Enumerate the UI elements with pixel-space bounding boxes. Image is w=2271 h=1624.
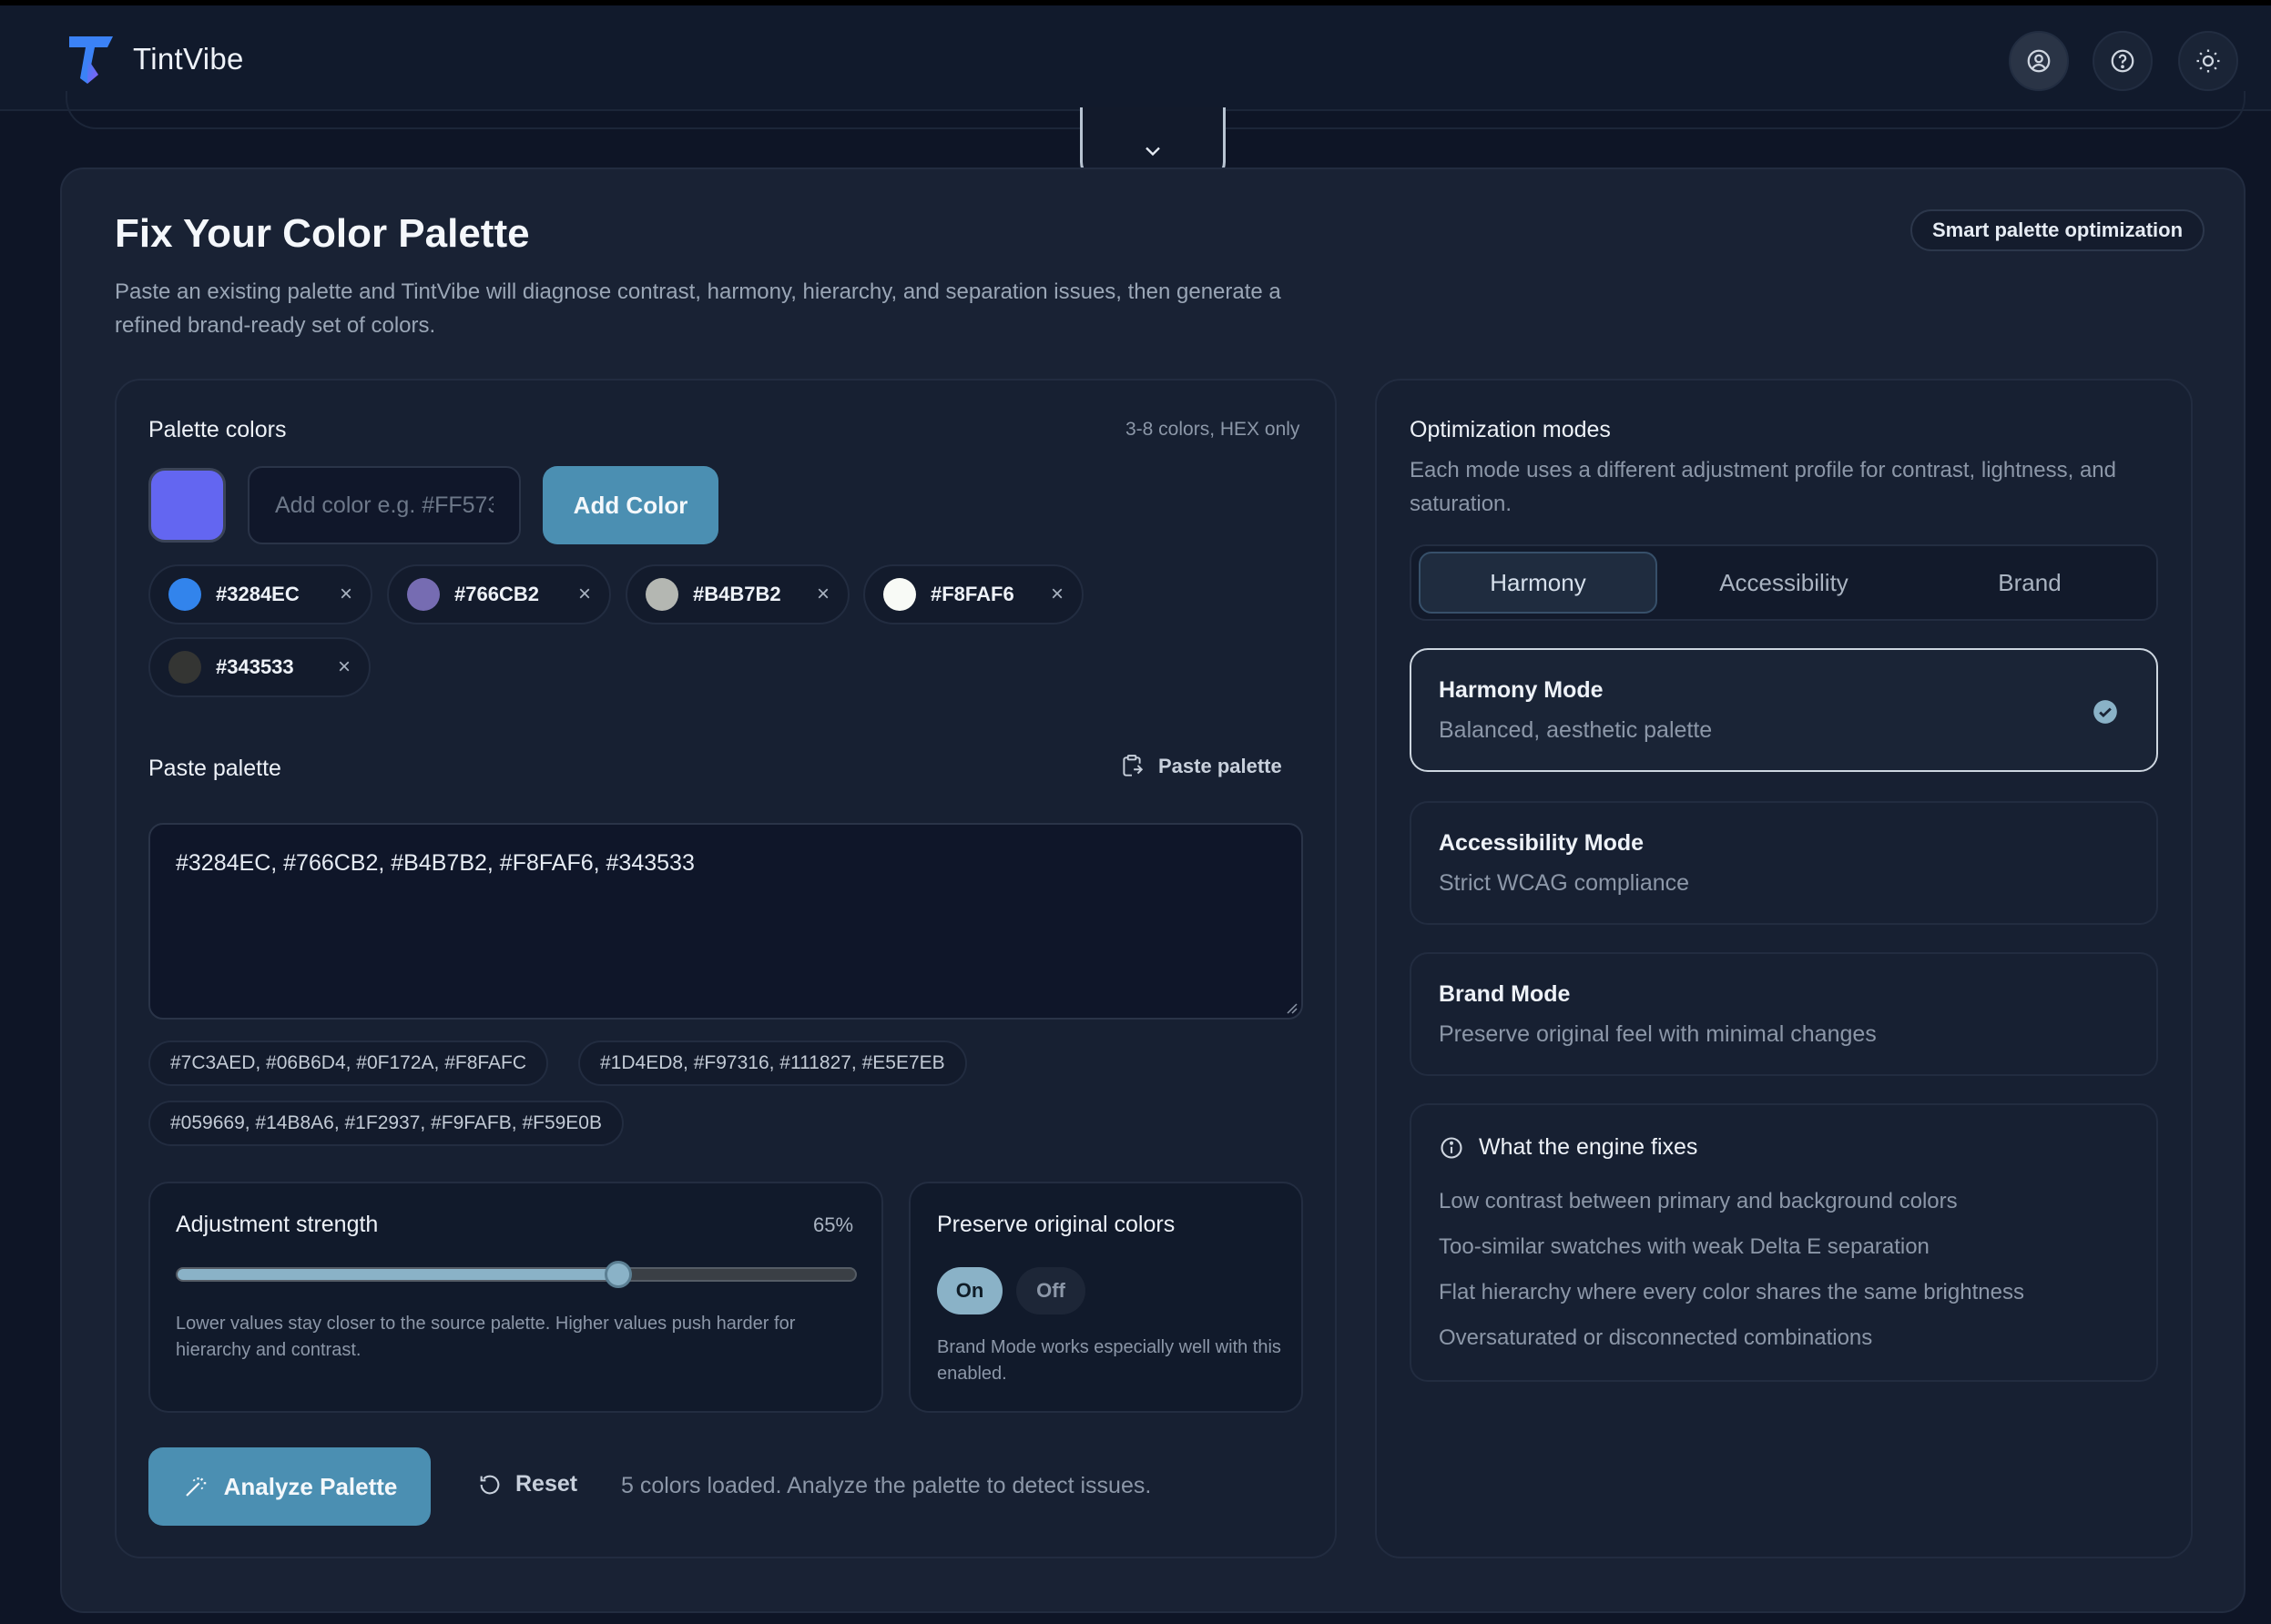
- preset-palette[interactable]: #7C3AED, #06B6D4, #0F172A, #F8FAFC: [148, 1040, 549, 1086]
- remove-color-icon[interactable]: ×: [1051, 582, 1064, 607]
- mode-card-accessibility[interactable]: Accessibility Mode Strict WCAG complianc…: [1410, 801, 2158, 925]
- palette-colors-label: Palette colors: [148, 417, 287, 442]
- mode-card-title: Harmony Mode: [1439, 677, 1604, 703]
- info-icon: [1441, 1136, 1462, 1159]
- tab-harmony[interactable]: Harmony: [1419, 552, 1657, 614]
- check-circle-icon: [2093, 700, 2117, 724]
- adjustment-strength-value: 65%: [813, 1213, 854, 1236]
- remove-color-icon[interactable]: ×: [338, 655, 351, 680]
- preserve-on-toggle[interactable]: On: [937, 1267, 1003, 1314]
- engine-fixes-card: What the engine fixes Low contrast betwe…: [1410, 1103, 2158, 1382]
- palette-colors-hint: 3-8 colors, HEX only: [1125, 419, 1300, 440]
- adjustment-strength-label: Adjustment strength: [176, 1212, 379, 1237]
- color-chip-hex: #B4B7B2: [693, 583, 781, 605]
- slider-thumb[interactable]: [605, 1261, 633, 1288]
- engine-fix-item: Too-similar swatches with weak Delta E s…: [1439, 1234, 1930, 1259]
- magic-wand-icon: [185, 1477, 206, 1497]
- analyze-palette-label: Analyze Palette: [223, 1472, 398, 1500]
- engine-fixes-title: What the engine fixes: [1479, 1134, 1698, 1160]
- mode-card-description: Strict WCAG compliance: [1439, 870, 1690, 896]
- mode-card-description: Balanced, aesthetic palette: [1439, 717, 1713, 743]
- tab-brand[interactable]: Brand: [1910, 552, 2149, 614]
- paste-palette-button[interactable]: Paste palette: [1120, 754, 1282, 779]
- adjustment-strength-slider[interactable]: [176, 1267, 857, 1282]
- chevron-down-icon: [1146, 147, 1160, 156]
- engine-fix-item: Low contrast between primary and backgro…: [1439, 1189, 1958, 1213]
- feature-badge: Smart palette optimization: [1910, 209, 2205, 251]
- color-dot: [646, 578, 678, 611]
- account-icon: [2027, 49, 2051, 73]
- preserve-off-toggle[interactable]: Off: [1016, 1267, 1085, 1314]
- remove-color-icon[interactable]: ×: [578, 582, 591, 607]
- color-dot: [407, 578, 440, 611]
- help-icon: [2111, 49, 2134, 73]
- resize-grip-icon[interactable]: [1285, 1001, 1298, 1014]
- paste-palette-label: Paste palette: [148, 756, 281, 781]
- color-chip-hex: #343533: [216, 655, 294, 678]
- mode-card-harmony[interactable]: Harmony Mode Balanced, aesthetic palette: [1410, 648, 2158, 772]
- slider-fill: [178, 1269, 618, 1280]
- color-chip-hex: #766CB2: [454, 583, 539, 605]
- preset-palette[interactable]: #059669, #14B8A6, #1F2937, #F9FAFB, #F59…: [148, 1101, 624, 1146]
- color-chip-hex: #F8FAF6: [931, 583, 1014, 605]
- reset-label: Reset: [515, 1471, 578, 1497]
- brand-name: TintVibe: [133, 42, 244, 76]
- mode-card-title: Brand Mode: [1439, 981, 1571, 1007]
- mode-card-title: Accessibility Mode: [1439, 830, 1645, 856]
- analyze-palette-button[interactable]: Analyze Palette: [148, 1447, 431, 1526]
- engine-fixes-header: What the engine fixes: [1439, 1134, 1697, 1161]
- color-chip: #343533 ×: [148, 637, 371, 697]
- add-color-button[interactable]: Add Color: [543, 466, 718, 544]
- color-dot: [168, 651, 201, 684]
- add-color-input[interactable]: [248, 466, 521, 544]
- adjustment-strength-help: Lower values stay closer to the source p…: [176, 1314, 796, 1360]
- color-chip-hex: #3284EC: [216, 583, 300, 605]
- engine-fix-item: Oversaturated or disconnected combinatio…: [1439, 1325, 1873, 1350]
- page-subtitle: Paste an existing palette and TintVibe w…: [115, 279, 1281, 338]
- clipboard-paste-icon: [1123, 755, 1144, 776]
- optimization-modes-title: Optimization modes: [1410, 417, 1611, 442]
- color-dot: [168, 578, 201, 611]
- help-button[interactable]: [2093, 31, 2153, 91]
- account-button[interactable]: [2009, 31, 2069, 91]
- paste-palette-button-label: Paste palette: [1158, 755, 1282, 777]
- paste-palette-value: #3284EC, #766CB2, #B4B7B2, #F8FAF6, #343…: [176, 850, 695, 876]
- color-chip: #766CB2 ×: [387, 564, 611, 624]
- preserve-colors-note: Brand Mode works especially well with th…: [937, 1337, 1281, 1384]
- page-title: Fix Your Color Palette: [115, 211, 530, 256]
- tab-accessibility[interactable]: Accessibility: [1665, 552, 1903, 614]
- mode-card-brand[interactable]: Brand Mode Preserve original feel with m…: [1410, 952, 2158, 1076]
- mode-card-description: Preserve original feel with minimal chan…: [1439, 1021, 1877, 1047]
- color-dot: [883, 578, 916, 611]
- engine-fix-item: Flat hierarchy where every color shares …: [1439, 1280, 2024, 1304]
- paste-palette-textarea[interactable]: #3284EC, #766CB2, #B4B7B2, #F8FAF6, #343…: [148, 823, 1303, 1020]
- preset-palette[interactable]: #1D4ED8, #F97316, #111827, #E5E7EB: [578, 1040, 967, 1086]
- remove-color-icon[interactable]: ×: [817, 582, 830, 607]
- current-color-swatch[interactable]: [148, 468, 226, 543]
- sun-icon: [2196, 49, 2220, 73]
- optimization-modes-description: Each mode uses a different adjustment pr…: [1410, 458, 2116, 516]
- color-chip: #3284EC ×: [148, 564, 372, 624]
- color-chip: #B4B7B2 ×: [626, 564, 850, 624]
- reset-icon: [480, 1475, 500, 1494]
- remove-color-icon[interactable]: ×: [340, 582, 352, 607]
- preserve-colors-label: Preserve original colors: [937, 1212, 1176, 1237]
- status-message: 5 colors loaded. Analyze the palette to …: [621, 1473, 1152, 1498]
- color-chip: #F8FAF6 ×: [863, 564, 1084, 624]
- tintvibe-logo-icon[interactable]: [67, 35, 115, 86]
- theme-toggle-button[interactable]: [2178, 31, 2238, 91]
- reset-button[interactable]: Reset: [477, 1471, 577, 1497]
